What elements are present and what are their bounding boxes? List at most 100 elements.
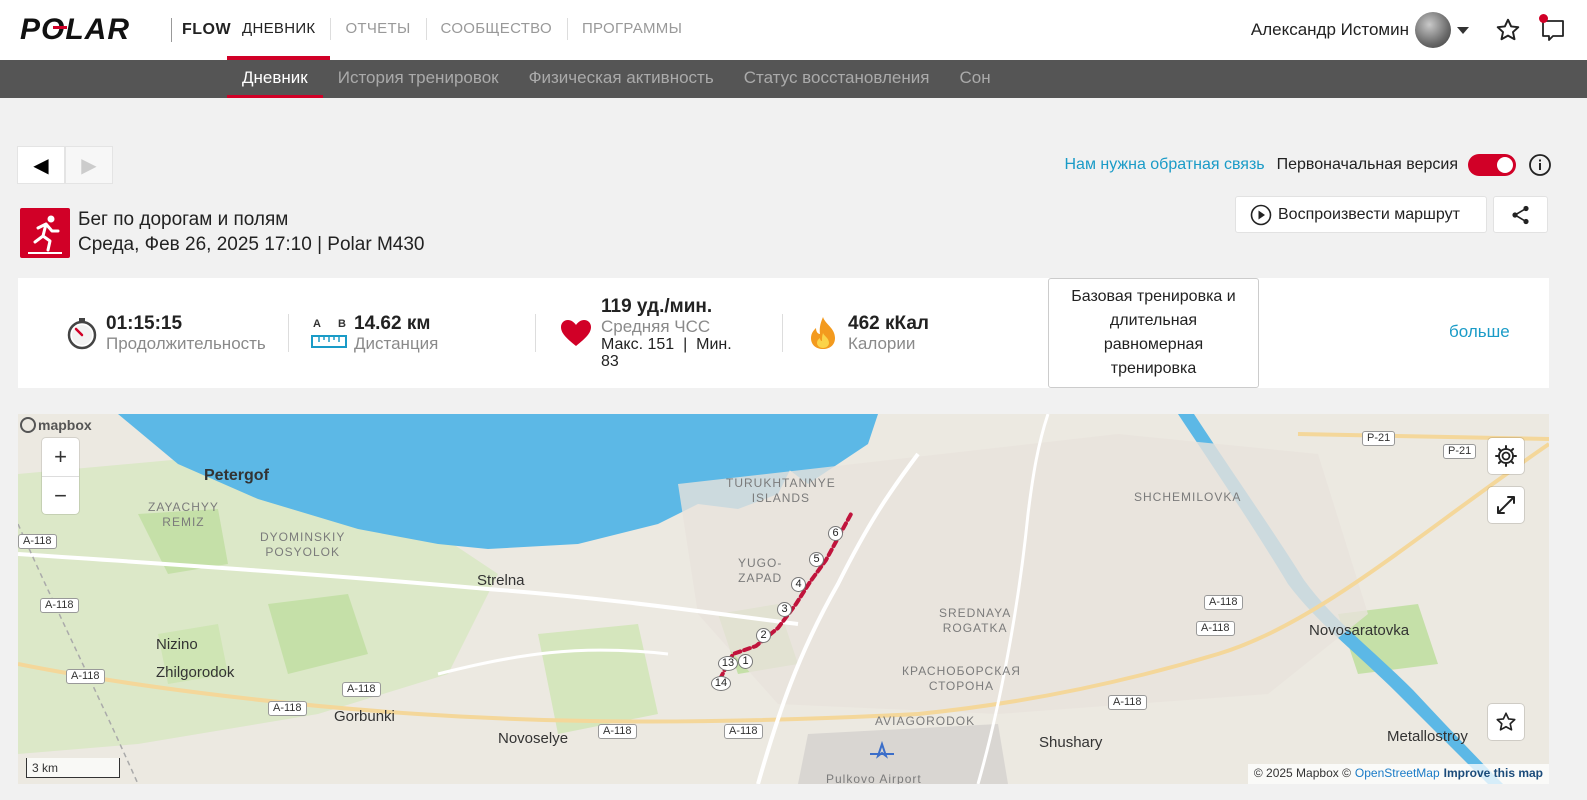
- main-nav: ДНЕВНИК ОТЧЕТЫ СООБЩЕСТВО ПРОГРАММЫ: [227, 0, 697, 60]
- lap-marker[interactable]: 13: [718, 656, 738, 671]
- running-icon: [20, 208, 70, 258]
- road-sign: P-21: [1362, 431, 1396, 446]
- feedback-row: Нам нужна обратная связь Первоначальная …: [1064, 152, 1552, 178]
- district-label: YUGO- ZAPAD: [738, 556, 783, 585]
- osm-link[interactable]: OpenStreetMap: [1355, 766, 1440, 782]
- subnav-training-history[interactable]: История тренировок: [323, 60, 514, 98]
- heart-rate-minmax: Макс. 151 | Мин.: [601, 335, 732, 353]
- place-label: Shushary: [1039, 734, 1103, 751]
- district-label: Pulkovo Airport: [826, 772, 922, 784]
- chevron-down-icon[interactable]: [1457, 26, 1469, 34]
- mapbox-logo[interactable]: mapbox: [20, 417, 92, 433]
- route-map[interactable]: mapbox + − Petergof Strelna Nizino Zhilg…: [18, 414, 1549, 784]
- stopwatch-icon: [67, 318, 97, 350]
- user-name[interactable]: Александр Истомин: [1251, 20, 1409, 40]
- lap-marker[interactable]: 1: [738, 654, 753, 669]
- feedback-link[interactable]: Нам нужна обратная связь: [1064, 156, 1264, 174]
- place-label: Metallostroy: [1387, 728, 1468, 745]
- training-benefit-box[interactable]: Базовая тренировка и длительная равномер…: [1048, 278, 1259, 388]
- flame-icon: [811, 317, 835, 349]
- improve-map-link[interactable]: Improve this map: [1444, 766, 1543, 782]
- info-icon[interactable]: [1528, 153, 1552, 177]
- zoom-in-button[interactable]: +: [42, 438, 79, 476]
- heart-rate-min-value: 83: [601, 352, 619, 370]
- district-label: DYOMINSKIY POSYOLOK: [260, 530, 346, 559]
- session-title: Бег по дорогам и полям: [78, 209, 289, 230]
- notifications-icon[interactable]: [1539, 14, 1567, 44]
- distance-metric: A B 14.62 км Дистанция: [310, 278, 438, 388]
- nav-reports[interactable]: ОТЧЕТЫ: [330, 0, 425, 60]
- calories-label: Калории: [848, 333, 916, 353]
- flow-label[interactable]: FLOW: [171, 18, 231, 42]
- map-settings-button[interactable]: [1488, 438, 1524, 474]
- subnav-sleep[interactable]: Сон: [944, 60, 1005, 98]
- heart-rate-label: Средняя ЧСС: [601, 316, 711, 336]
- lap-marker[interactable]: 14: [711, 676, 731, 691]
- user-area: Александр Истомин: [1251, 0, 1587, 60]
- star-icon[interactable]: [1495, 17, 1521, 43]
- share-icon: [1511, 205, 1529, 224]
- district-label: SREDNAYA ROGATKA: [939, 606, 1012, 635]
- distance-label: Дистанция: [354, 333, 439, 353]
- polar-logo-mark: POLAR: [20, 15, 130, 43]
- lap-marker[interactable]: 3: [777, 602, 792, 617]
- subnav-recovery[interactable]: Статус восстановления: [729, 60, 945, 98]
- place-label: Zhilgorodok: [156, 664, 235, 681]
- zoom-control: + −: [42, 438, 79, 514]
- road-sign: A-118: [66, 669, 105, 684]
- replay-route-button[interactable]: Воспроизвести маршрут: [1235, 196, 1487, 233]
- duration-value: 01:15:15: [106, 312, 183, 334]
- lap-marker[interactable]: 5: [809, 552, 824, 567]
- session-summary: 01:15:15 Продолжительность A B 14.62 км …: [18, 278, 1549, 388]
- svg-text:POLAR: POLAR: [20, 15, 130, 43]
- road-sign: P-21: [1443, 444, 1477, 459]
- nav-community[interactable]: СООБЩЕСТВО: [425, 0, 567, 60]
- place-label: Gorbunki: [334, 708, 395, 725]
- place-label: Petergof: [204, 467, 269, 484]
- road-sign: A-118: [1196, 621, 1235, 636]
- heart-icon: [561, 320, 591, 346]
- subnav-diary[interactable]: Дневник: [227, 60, 323, 98]
- subnav-activity[interactable]: Физическая активность: [514, 60, 729, 98]
- district-label: ZAYACHYY REMIZ: [148, 500, 219, 529]
- heart-rate-metric: 119 уд./мин. Средняя ЧСС Макс. 151 | Мин…: [559, 278, 732, 388]
- share-button[interactable]: [1493, 196, 1548, 233]
- road-sign: A-118: [724, 724, 763, 739]
- next-session-button[interactable]: ▶: [65, 146, 113, 184]
- place-label: Novosaratovka: [1309, 622, 1410, 639]
- district-label: AVIAGORODOK: [875, 714, 976, 728]
- distance-icon: A B: [310, 316, 348, 350]
- place-label: Novoselye: [498, 730, 569, 747]
- distance-point-a: A: [313, 318, 321, 330]
- session-date: Среда, Фев 26, 2025 17:10 | Polar M430: [78, 234, 425, 255]
- prev-session-button[interactable]: ◀: [17, 146, 65, 184]
- nav-programs[interactable]: ПРОГРАММЫ: [566, 0, 697, 60]
- play-icon: [1250, 204, 1272, 225]
- duration-label: Продолжительность: [106, 333, 266, 353]
- nav-diary[interactable]: ДНЕВНИК: [227, 0, 331, 60]
- lap-marker[interactable]: 2: [756, 628, 771, 643]
- attribution-copyright: © 2025 Mapbox ©: [1253, 766, 1351, 780]
- lap-marker[interactable]: 4: [791, 577, 806, 592]
- district-label: SHCHEMILOVKA: [1134, 490, 1242, 504]
- map-attribution: © 2025 Mapbox © OpenStreetMap Improve th…: [1247, 764, 1549, 784]
- summary-divider: [535, 314, 536, 352]
- polar-logo[interactable]: POLAR: [20, 14, 160, 44]
- district-label: TURUKHTANNYE ISLANDS: [726, 476, 836, 505]
- road-sign: A-118: [1204, 595, 1243, 610]
- district-label: КРАСНОБОРСКАЯ СТОРОНА: [902, 664, 1021, 693]
- lap-marker[interactable]: 6: [828, 526, 843, 541]
- map-favorite-button[interactable]: [1488, 704, 1524, 740]
- map-fullscreen-button[interactable]: [1488, 487, 1524, 523]
- top-header: POLAR FLOW ДНЕВНИК ОТЧЕТЫ СООБЩЕСТВО ПРО…: [0, 0, 1587, 60]
- user-avatar[interactable]: [1415, 12, 1451, 48]
- calories-metric: 462 кКал Калории: [808, 278, 929, 388]
- summary-divider: [782, 314, 783, 352]
- more-link[interactable]: больше: [1449, 322, 1510, 342]
- calories-value: 462 кКал: [848, 312, 929, 334]
- original-version-toggle[interactable]: [1468, 154, 1516, 176]
- road-sign: A-118: [18, 534, 57, 549]
- zoom-out-button[interactable]: −: [42, 476, 79, 514]
- summary-divider: [288, 314, 289, 352]
- place-label: Nizino: [156, 636, 198, 653]
